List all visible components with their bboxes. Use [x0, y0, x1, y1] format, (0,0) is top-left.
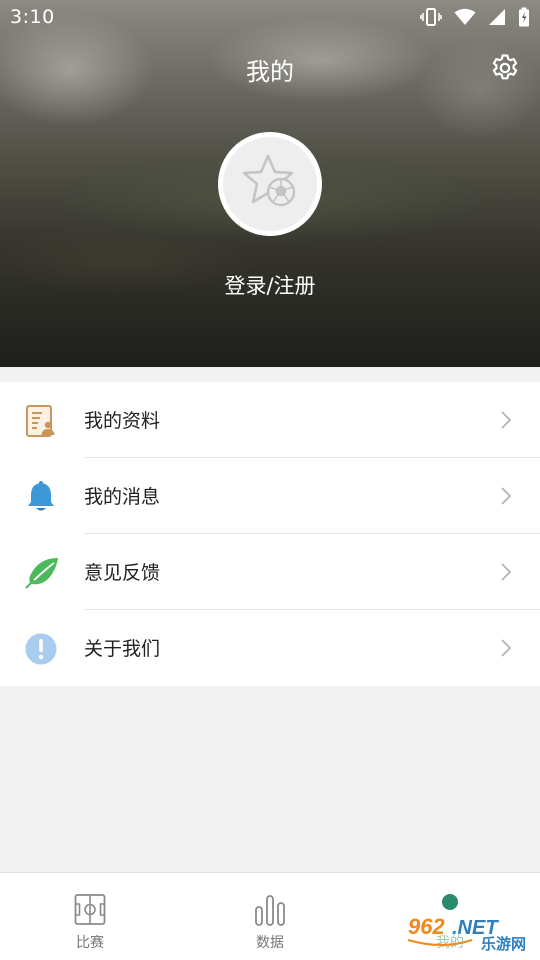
bar-chart-icon [254, 893, 286, 927]
watermark-caption: 乐游网 [480, 935, 526, 953]
tab-label: 比赛 [76, 935, 104, 951]
avatar[interactable] [218, 132, 322, 236]
status-time: 3:10 [10, 6, 55, 28]
menu-item-messages[interactable]: 我的消息 [0, 458, 540, 534]
profile-header: 3:10 我的 登录/注册 [0, 0, 540, 367]
info-icon [24, 632, 58, 666]
feather-icon [24, 556, 58, 590]
chevron-right-icon [500, 638, 512, 658]
menu-item-label: 我的资料 [84, 410, 161, 432]
menu-item-feedback[interactable]: 意见反馈 [0, 534, 540, 610]
status-icons [420, 7, 530, 27]
chevron-right-icon [500, 410, 512, 430]
page-title: 我的 [246, 58, 294, 86]
star-soccer-ball-icon [238, 152, 302, 216]
user-icon [442, 894, 458, 910]
wifi-icon [454, 8, 476, 26]
profile-document-icon [24, 404, 58, 438]
settings-button[interactable] [490, 53, 520, 83]
menu-item-profile[interactable]: 我的资料 [0, 382, 540, 458]
watermark-logo: 962 .NET 乐游网 [402, 910, 534, 956]
soccer-field-icon [74, 893, 106, 927]
status-bar: 3:10 [0, 0, 540, 36]
svg-text:962: 962 [408, 914, 445, 939]
tab-label: 数据 [256, 935, 284, 951]
menu-item-label: 关于我们 [84, 638, 161, 660]
tab-matches[interactable]: 比赛 [0, 873, 180, 960]
chevron-right-icon [500, 562, 512, 582]
signal-icon [488, 8, 506, 26]
bell-icon [24, 480, 58, 514]
tab-data[interactable]: 数据 [180, 873, 360, 960]
menu-item-label: 意见反馈 [84, 562, 161, 584]
chevron-right-icon [500, 486, 512, 506]
bottom-navigation: 比赛 数据 我的 962 .NET 乐游网 [0, 872, 540, 960]
avatar-placeholder [223, 137, 317, 231]
menu-item-label: 我的消息 [84, 486, 161, 508]
vibrate-icon [420, 7, 442, 27]
menu-list: 我的资料 我的消息 意见反馈 关于我们 [0, 382, 540, 686]
gear-icon [490, 54, 520, 87]
battery-icon [518, 7, 530, 27]
login-register-link[interactable]: 登录/注册 [0, 270, 540, 300]
menu-item-about[interactable]: 关于我们 [0, 610, 540, 686]
